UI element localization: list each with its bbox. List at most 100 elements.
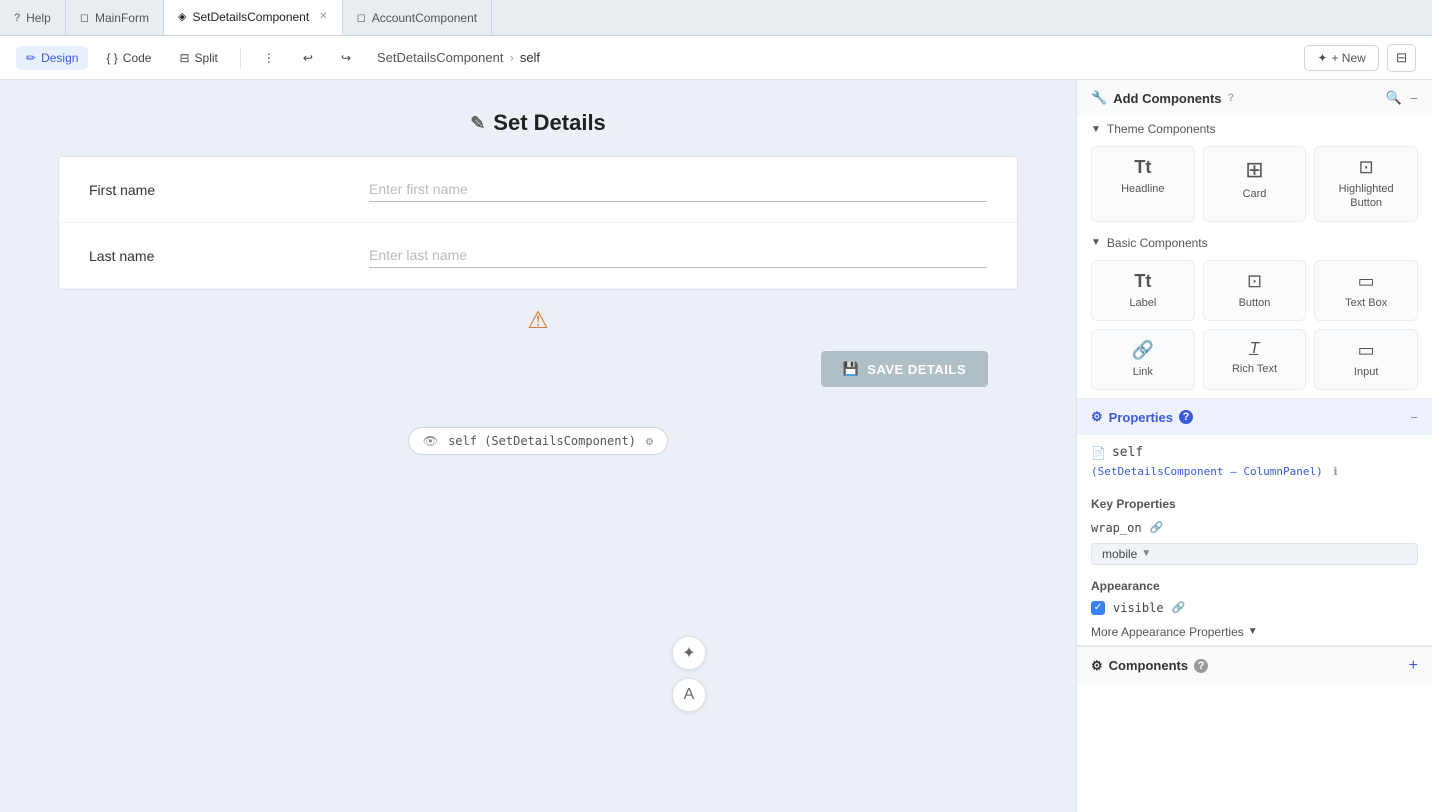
visible-label: visible (1113, 601, 1164, 615)
self-label: 👁 self (SetDetailsComponent) ⚙ (408, 427, 668, 455)
settings-icon[interactable]: ⚙ (646, 434, 653, 448)
component-item-button[interactable]: ⊡ Button (1203, 260, 1307, 321)
code-icon: { } (106, 51, 117, 65)
properties-header: ⚙ Properties ? − (1077, 399, 1432, 435)
toolbar-separator (240, 48, 241, 68)
save-btn-area: 💾 SAVE DETAILS (58, 351, 1018, 407)
key-props-label: Key Properties (1077, 491, 1432, 517)
more-appearance-label: More Appearance Properties (1091, 625, 1244, 639)
help-icon[interactable]: ? (1228, 92, 1235, 104)
input-label: Input (1354, 365, 1378, 379)
tab-setdetails-label: SetDetailsComponent (192, 10, 309, 24)
self-label-text: self (SetDetailsComponent) (448, 434, 636, 448)
component-item-headline[interactable]: Tt Headline (1091, 146, 1195, 222)
breadcrumb-separator: › (509, 50, 513, 65)
toolbar-right: ✦ + New ⊟ (1304, 44, 1416, 72)
breadcrumb: SetDetailsComponent › self (377, 50, 540, 65)
account-tab-icon: ◻ (357, 11, 366, 24)
split-icon: ⊟ (179, 51, 189, 65)
component-item-link[interactable]: 🔗 Link (1091, 329, 1195, 390)
more-options-button[interactable]: ⋮ (253, 46, 285, 70)
new-label: + New (1331, 51, 1365, 65)
prop-type-info-icon[interactable]: ℹ (1333, 465, 1337, 478)
button-icon: ⊡ (1247, 271, 1262, 292)
search-icon[interactable]: 🔍 (1386, 90, 1402, 106)
undo-button[interactable]: ↩ (293, 46, 323, 70)
design-icon: ✏ (26, 51, 36, 65)
button-label: Button (1239, 296, 1271, 310)
breadcrumb-parent[interactable]: SetDetailsComponent (377, 50, 503, 65)
component-item-input[interactable]: ▭ Input (1314, 329, 1418, 390)
page-title-area: ✎ Set Details (470, 110, 606, 136)
close-icon[interactable]: ✕ (319, 11, 327, 22)
theme-section-header: ▼ Theme Components (1077, 116, 1432, 138)
firstname-input[interactable] (369, 177, 987, 202)
wrap-on-value: mobile (1102, 547, 1137, 561)
component-item-label[interactable]: Tt Label (1091, 260, 1195, 321)
lastname-label: Last name (89, 248, 369, 264)
self-label-area: 👁 self (SetDetailsComponent) ⚙ (408, 427, 668, 455)
right-panel: 🔧 Add Components ? 🔍 − ▼ Theme Component… (1076, 80, 1432, 812)
edit-icon: ✎ (470, 113, 485, 134)
theme-components-label: Theme Components (1107, 122, 1216, 136)
component-item-textbox[interactable]: ▭ Text Box (1314, 260, 1418, 321)
lastname-input[interactable] (369, 243, 987, 268)
prop-type-text: (SetDetailsComponent – ColumnPanel) (1091, 465, 1323, 478)
sparkle-button[interactable]: ✦ (672, 636, 706, 670)
textbox-icon: ▭ (1358, 271, 1375, 292)
tab-mainform[interactable]: ◻ MainForm (66, 0, 164, 35)
page-title: Set Details (493, 110, 606, 136)
collapse-add-components-icon[interactable]: − (1410, 90, 1418, 106)
canvas: ✎ Set Details First name Last name ⚠ (0, 80, 1076, 812)
add-components-header: 🔧 Add Components ? 🔍 − (1077, 80, 1432, 116)
code-label: Code (123, 51, 152, 65)
visible-link-icon[interactable]: 🔗 (1172, 601, 1186, 614)
translate-button[interactable]: A (672, 678, 706, 712)
tab-help[interactable]: ? Help (0, 0, 66, 35)
firstname-label: First name (89, 182, 369, 198)
properties-title: Properties (1109, 410, 1173, 425)
tab-accountcomponent[interactable]: ◻ AccountComponent (343, 0, 493, 35)
code-button[interactable]: { } Code (96, 46, 161, 70)
tabs-bar: ? Help ◻ MainForm ◈ SetDetailsComponent … (0, 0, 1432, 36)
tab-setdetails[interactable]: ◈ SetDetailsComponent ✕ (164, 0, 343, 35)
card-icon: ⊞ (1245, 157, 1263, 183)
headline-icon: Tt (1134, 157, 1151, 178)
new-button[interactable]: ✦ + New (1304, 45, 1378, 71)
component-item-highlighted-button[interactable]: ⊡ Highlighted Button (1314, 146, 1418, 222)
highlighted-button-label: Highlighted Button (1321, 182, 1411, 211)
split-button[interactable]: ⊟ Split (169, 46, 227, 70)
design-button[interactable]: ✏ Design (16, 46, 88, 70)
save-details-button[interactable]: 💾 SAVE DETAILS (821, 351, 988, 387)
component-item-card[interactable]: ⊞ Card (1203, 146, 1307, 222)
collapse-properties-icon[interactable]: − (1410, 410, 1418, 425)
visible-checkbox[interactable]: ✓ (1091, 601, 1105, 615)
components-bottom-icon: ⚙ (1091, 658, 1103, 674)
wrap-on-row: wrap_on 🔗 (1077, 517, 1432, 539)
eye-icon: 👁 (423, 434, 438, 448)
more-appearance-link[interactable]: More Appearance Properties ▼ (1077, 619, 1432, 645)
document-icon: 📄 (1091, 446, 1106, 460)
components-help-icon[interactable]: ? (1194, 659, 1208, 673)
wrap-on-key: wrap_on (1091, 521, 1142, 535)
add-components-section: 🔧 Add Components ? 🔍 − ▼ Theme Component… (1077, 80, 1432, 399)
properties-help-icon[interactable]: ? (1179, 410, 1193, 424)
wrap-on-link-icon[interactable]: 🔗 (1150, 521, 1164, 534)
redo-button[interactable]: ↪ (331, 46, 361, 70)
wrap-on-value-pill[interactable]: mobile ▼ (1091, 543, 1418, 565)
add-component-plus-icon[interactable]: + (1409, 657, 1418, 675)
layout-toggle-button[interactable]: ⊟ (1387, 44, 1416, 72)
theme-components-grid: Tt Headline ⊞ Card ⊡ Highlighted Button (1077, 138, 1432, 230)
firstname-input-area (369, 177, 987, 202)
input-icon: ▭ (1358, 340, 1375, 361)
highlighted-button-icon: ⊡ (1359, 157, 1374, 178)
label-label: Label (1129, 296, 1156, 310)
chevron-down-icon[interactable]: ▼ (1091, 124, 1101, 135)
help-tab-icon: ? (14, 12, 20, 24)
component-item-richtext[interactable]: T̲ Rich Text (1203, 329, 1307, 390)
form-row-lastname: Last name (59, 223, 1017, 289)
prop-self-value: self (1112, 445, 1143, 460)
properties-section: ⚙ Properties ? − 📄 self (SetDetailsCompo… (1077, 399, 1432, 646)
chevron-down-basic-icon[interactable]: ▼ (1091, 237, 1101, 248)
link-label: Link (1133, 365, 1153, 379)
